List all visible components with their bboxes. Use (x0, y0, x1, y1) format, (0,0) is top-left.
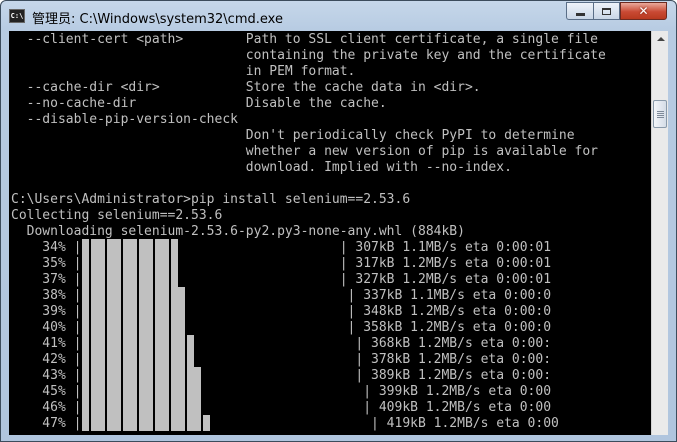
scroll-up-icon (656, 37, 665, 41)
console-line: 41% | | 368kB 1.2MB/s eta 0:00: (11, 336, 552, 351)
window-title: 管理员: C:\Windows\system32\cmd.exe (32, 12, 283, 27)
console-line: --client-cert <path> Path to SSL client … (11, 32, 598, 47)
console-line: 46% | | 409kB 1.2MB/s eta 0:00 (11, 400, 552, 415)
console-line: --no-cache-dir Disable the cache. (11, 96, 387, 111)
console-line: 34% | | 307kB 1.1MB/s eta 0:00:01 (11, 240, 552, 255)
console-line: Don't periodically check PyPI to determi… (11, 128, 575, 143)
console-line: Collecting selenium==2.53.6 (11, 208, 223, 223)
console-line: 43% | | 389kB 1.2MB/s eta 0:00: (11, 368, 552, 383)
console-line: C:\Users\Administrator>pip install selen… (11, 192, 411, 207)
title-bar[interactable]: C:\ 管理员: C:\Windows\system32\cmd.exe ✕ (1, 1, 676, 31)
close-icon: ✕ (638, 4, 649, 18)
console-line: 40% | | 358kB 1.2MB/s eta 0:00:0 (11, 320, 552, 335)
console-text: --client-cert <path> Path to SSL client … (11, 32, 606, 432)
console-line: whether a new version of pip is availabl… (11, 144, 598, 159)
maximize-button[interactable] (593, 2, 620, 20)
vertical-scrollbar[interactable] (651, 31, 668, 435)
console-line: 35% | | 317kB 1.2MB/s eta 0:00:01 (11, 256, 552, 271)
cmd-app-icon[interactable]: C:\ (9, 9, 25, 23)
minimize-icon (575, 13, 585, 16)
console-line: 38% | | 337kB 1.1MB/s eta 0:00:0 (11, 288, 552, 303)
scroll-thumb[interactable] (653, 100, 667, 128)
cmd-window: C:\ 管理员: C:\Windows\system32\cmd.exe ✕ -… (0, 0, 677, 442)
minimize-button[interactable] (566, 2, 593, 20)
console-output[interactable]: --client-cert <path> Path to SSL client … (9, 31, 651, 435)
scroll-up-button[interactable] (653, 31, 668, 47)
console-line: in PEM format. (11, 64, 356, 79)
console-line: 42% | | 378kB 1.2MB/s eta 0:00: (11, 352, 552, 367)
console-line: 45% | | 399kB 1.2MB/s eta 0:00 (11, 384, 552, 399)
close-button[interactable]: ✕ (620, 2, 667, 20)
console-line: Downloading selenium-2.53.6-py2.py3-none… (11, 224, 465, 239)
console-line: 37% | | 327kB 1.2MB/s eta 0:00:01 (11, 272, 552, 287)
console-line: containing the private key and the certi… (11, 48, 606, 63)
console-line: --cache-dir <dir> Store the cache data i… (11, 80, 481, 95)
console-line: download. Implied with --no-index. (11, 160, 512, 175)
console-line: 39% | | 348kB 1.2MB/s eta 0:00:0 (11, 304, 552, 319)
console-line: --disable-pip-version-check (11, 112, 238, 127)
console-line: 47% | | 419kB 1.2MB/s eta 0:00 (11, 416, 559, 431)
maximize-icon (602, 7, 611, 15)
